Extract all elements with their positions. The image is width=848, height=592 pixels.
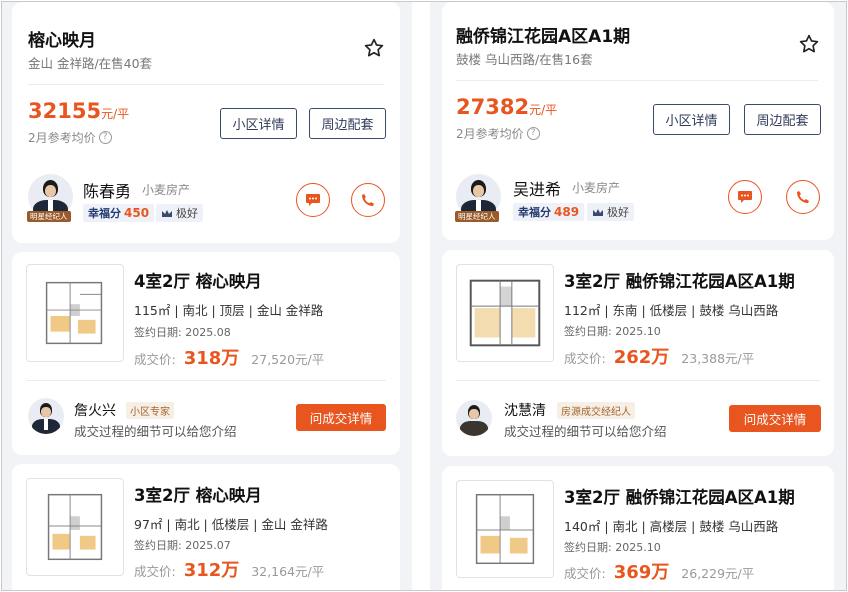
- surroundings-button[interactable]: 周边配套: [744, 104, 821, 135]
- divider: [456, 380, 820, 381]
- phone-button[interactable]: [351, 183, 385, 217]
- agent-name[interactable]: 陈春勇: [83, 178, 131, 202]
- sign-date: 签约日期: 2025.10: [564, 541, 661, 554]
- community-name: 融侨锦江花园A区A1期: [456, 27, 631, 47]
- agent-company: 小麦房产: [142, 183, 191, 197]
- deal-price: 262万: [613, 347, 670, 368]
- agent-badge: 房源成交经纪人: [557, 402, 635, 419]
- question-icon[interactable]: ?: [98, 131, 112, 144]
- divider: [456, 80, 818, 81]
- agent-name[interactable]: 吴进希: [513, 176, 561, 200]
- crown-icon: [593, 208, 603, 216]
- community-card: 榕心映月 金山 金祥路/在售40套 32155元/平 2月参考均价 ? 小区详情…: [12, 2, 400, 243]
- deal-price-row: 成交价: 262万 23,388元/平: [564, 343, 754, 369]
- message-button[interactable]: [296, 183, 330, 217]
- message-button[interactable]: [728, 180, 762, 214]
- price-note: 2月参考均价 ?: [456, 125, 540, 142]
- listing-title[interactable]: 4室2厅 榕心映月: [134, 268, 262, 292]
- agent-badge: 小区专家: [126, 402, 174, 419]
- community-name: 榕心映月: [28, 31, 96, 51]
- deal-price-row: 成交价: 369万 26,229元/平: [564, 558, 754, 584]
- unit-price: 32,164元/平: [251, 564, 325, 579]
- deal-price: 312万: [183, 560, 240, 581]
- agent-description: 成交过程的细节可以给您介绍: [74, 424, 237, 439]
- deal-price-row: 成交价: 318万 27,520元/平: [134, 344, 324, 370]
- listing-specs: 140㎡ | 南北 | 高楼层 | 鼓楼 乌山西路: [564, 519, 779, 534]
- sign-date: 签约日期: 2025.07: [134, 539, 231, 552]
- sign-date: 签约日期: 2025.08: [134, 326, 231, 339]
- floorplan-image[interactable]: [456, 264, 554, 362]
- unit-price: 27,520元/平: [251, 352, 325, 367]
- sign-date: 签约日期: 2025.10: [564, 325, 661, 338]
- star-agent-tag: 明星经纪人: [455, 211, 499, 222]
- listing-title[interactable]: 3室2厅 融侨锦江花园A区A1期: [564, 484, 795, 508]
- community-location: 鼓楼 乌山西路/在售16套: [456, 52, 593, 67]
- agent-name[interactable]: 沈慧清: [504, 400, 546, 420]
- listing-specs: 115㎡ | 南北 | 顶层 | 金山 金祥路: [134, 303, 324, 318]
- message-icon: [738, 191, 752, 203]
- unit-price: 26,229元/平: [681, 566, 755, 581]
- star-icon[interactable]: [363, 37, 385, 59]
- phone-button[interactable]: [786, 180, 820, 214]
- community-details-button[interactable]: 小区详情: [653, 104, 730, 135]
- happiness-score: 幸福分 489: [513, 203, 585, 221]
- avatar[interactable]: [28, 398, 64, 434]
- community-details-button[interactable]: 小区详情: [220, 108, 297, 139]
- star-agent-tag: 明星经纪人: [27, 211, 71, 222]
- average-price: 27382元/平: [456, 95, 558, 119]
- ask-deal-details-button[interactable]: 问成交详情: [296, 404, 386, 431]
- listing-card[interactable]: 3室2厅 融侨锦江花园A区A1期 112㎡ | 东南 | 低楼层 | 鼓楼 乌山…: [442, 250, 834, 456]
- happiness-score: 幸福分 450: [83, 204, 155, 222]
- listing-specs: 112㎡ | 东南 | 低楼层 | 鼓楼 乌山西路: [564, 303, 779, 318]
- avatar[interactable]: [456, 400, 492, 436]
- question-icon[interactable]: ?: [526, 127, 540, 140]
- phone-icon: [797, 191, 809, 203]
- community-card: 融侨锦江花园A区A1期 鼓楼 乌山西路/在售16套 27382元/平 2月参考均…: [442, 2, 834, 240]
- agent-name[interactable]: 詹火兴: [74, 400, 116, 420]
- listing-card[interactable]: 4室2厅 榕心映月 115㎡ | 南北 | 顶层 | 金山 金祥路 签约日期: …: [12, 252, 400, 455]
- message-icon: [306, 194, 320, 206]
- divider: [28, 84, 384, 85]
- screenshot-frame: 榕心映月 金山 金祥路/在售40套 32155元/平 2月参考均价 ? 小区详情…: [1, 1, 847, 591]
- deal-price-row: 成交价: 312万 32,164元/平: [134, 556, 324, 582]
- star-icon[interactable]: [798, 33, 820, 55]
- community-location: 金山 金祥路/在售40套: [28, 56, 153, 71]
- phone-icon: [362, 194, 374, 206]
- listing-specs: 97㎡ | 南北 | 低楼层 | 金山 金祥路: [134, 517, 328, 532]
- listing-title[interactable]: 3室2厅 融侨锦江花园A区A1期: [564, 268, 795, 292]
- rating-badge: 极好: [156, 204, 203, 222]
- listing-card[interactable]: 3室2厅 融侨锦江花园A区A1期 140㎡ | 南北 | 高楼层 | 鼓楼 乌山…: [442, 466, 834, 590]
- ask-deal-details-button[interactable]: 问成交详情: [729, 405, 821, 432]
- deal-price: 318万: [183, 348, 240, 369]
- crown-icon: [162, 209, 172, 217]
- divider: [26, 380, 386, 381]
- listing-title[interactable]: 3室2厅 榕心映月: [134, 482, 262, 506]
- floorplan-image[interactable]: [456, 480, 554, 578]
- agent-description: 成交过程的细节可以给您介绍: [504, 424, 667, 439]
- deal-price: 369万: [613, 562, 670, 583]
- unit-price: 23,388元/平: [681, 351, 755, 366]
- rating-badge: 极好: [587, 203, 634, 221]
- listing-card[interactable]: 3室2厅 榕心映月 97㎡ | 南北 | 低楼层 | 金山 金祥路 签约日期: …: [12, 464, 400, 590]
- agent-company: 小麦房产: [572, 181, 621, 195]
- floorplan-image[interactable]: [26, 478, 124, 576]
- average-price: 32155元/平: [28, 99, 130, 123]
- surroundings-button[interactable]: 周边配套: [309, 108, 386, 139]
- price-note: 2月参考均价 ?: [28, 129, 112, 146]
- floorplan-image[interactable]: [26, 264, 124, 362]
